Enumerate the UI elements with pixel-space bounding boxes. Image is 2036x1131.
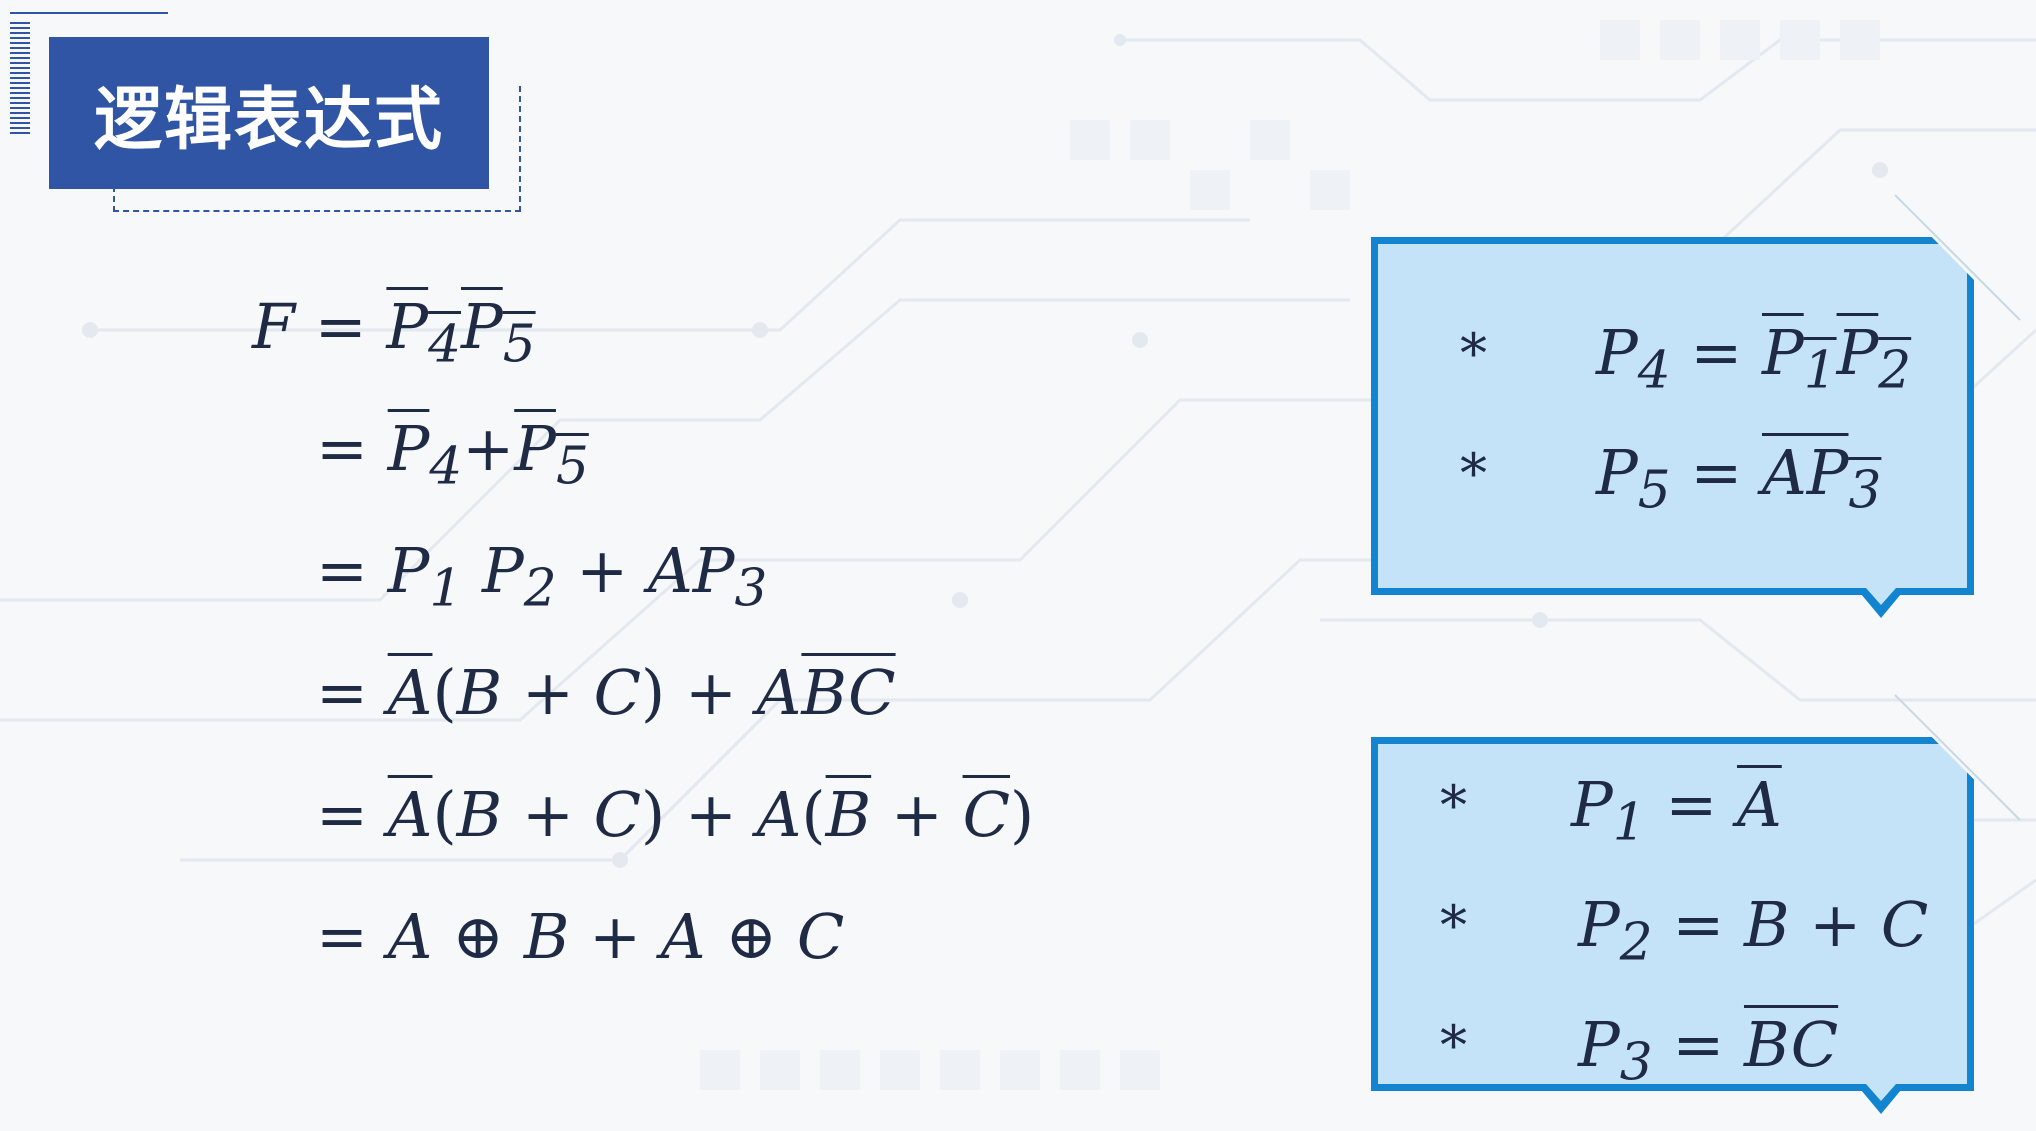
derivation-line-1: F = P4P5	[252, 290, 536, 375]
slide-title: 逻辑表达式	[49, 37, 489, 189]
definition-p1: P1 = A	[1571, 768, 1782, 853]
definitions-box-top: * P4 = P1P2 * P5 = AP3	[1371, 237, 1974, 595]
definitions-box-bottom: * P1 = A * P2 = B + C * P3 = BC	[1371, 737, 1974, 1091]
derivation-line-2: = P4+P5	[316, 412, 589, 497]
callout-notch-top	[1856, 588, 1906, 618]
derivation-line-4: = A(B + C) + ABC	[316, 656, 896, 729]
definition-p2: P2 = B + C	[1578, 888, 1929, 973]
bullet-star: *	[1460, 442, 1487, 505]
bullet-star: *	[1440, 774, 1467, 837]
bullet-star: *	[1440, 1014, 1467, 1077]
derivation-line-3: = P1 P2 + AP3	[316, 534, 768, 619]
callout-notch-bottom	[1856, 1084, 1906, 1114]
bullet-star: *	[1440, 894, 1467, 957]
definition-p3: P3 = BC	[1578, 1008, 1839, 1093]
derivation-line-6: = A ⊕ B + A ⊕ C	[316, 900, 845, 973]
definition-p5: P5 = AP3	[1596, 436, 1882, 521]
derivation-line-5: = A(B + C) + A(B + C)	[316, 778, 1035, 851]
definition-p4: P4 = P1P2	[1596, 316, 1912, 401]
title-accent-stripes	[10, 22, 30, 134]
bullet-star: *	[1460, 322, 1487, 385]
title-accent-line	[10, 12, 168, 14]
